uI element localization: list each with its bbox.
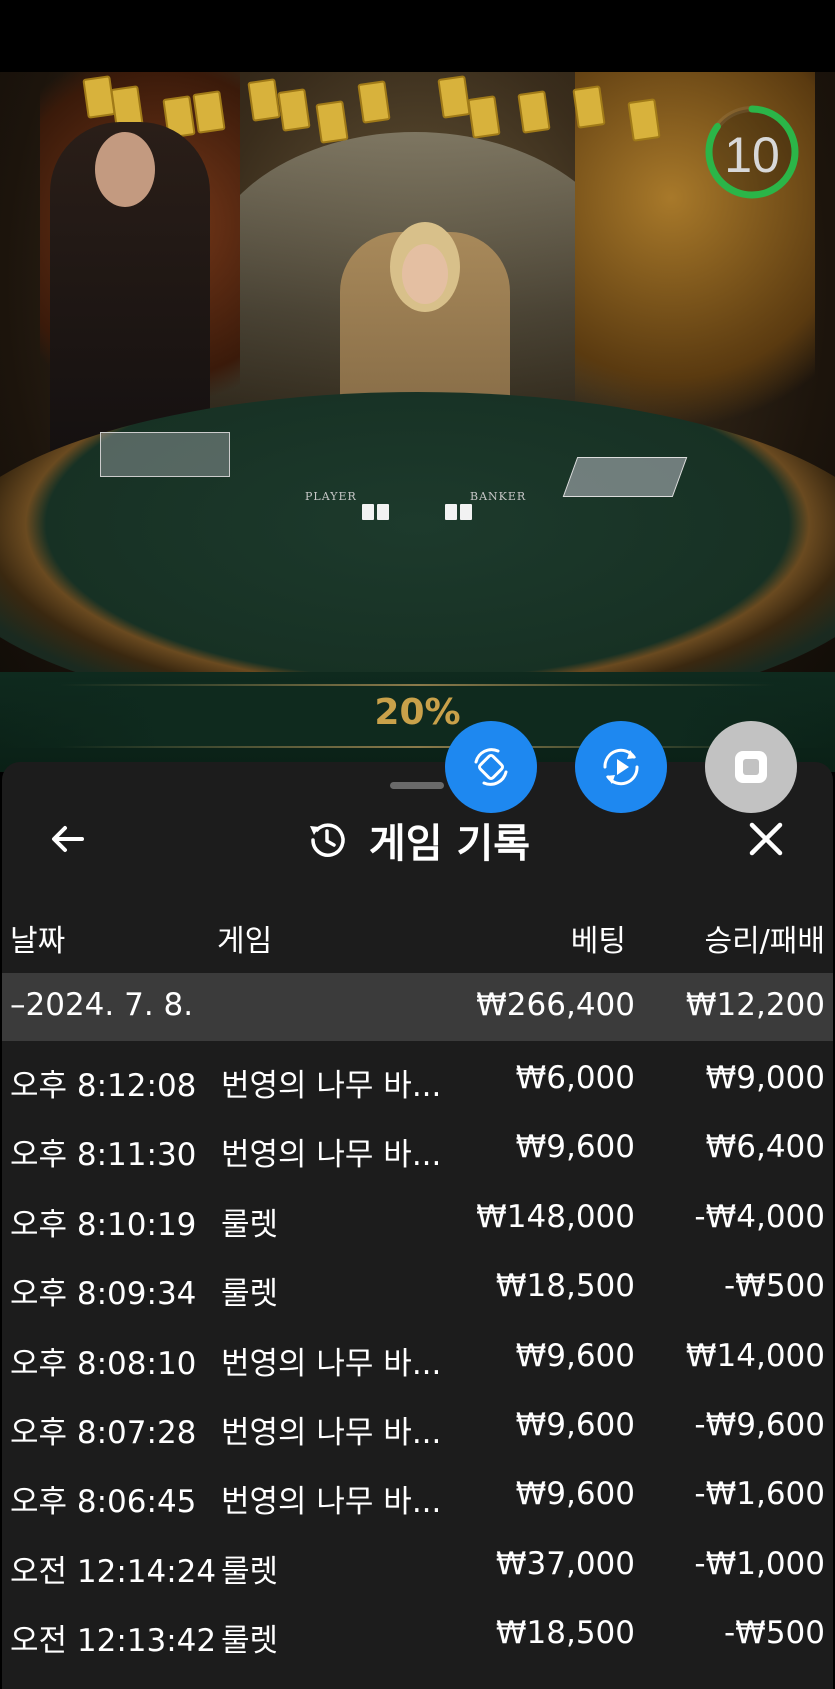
panel-header: 게임 기록 (0, 805, 835, 875)
countdown-number: 10 (724, 127, 780, 183)
history-row[interactable]: 오후 8:12:08 번영의 나무 바... ₩6,000 ₩9,000 (0, 1050, 835, 1112)
group-bet-total: ₩266,400 (476, 987, 635, 1023)
row-result: -₩1,000 (694, 1546, 825, 1582)
row-game: 번영의 나무 바... (221, 1484, 442, 1520)
column-bet: 베팅 (570, 924, 626, 959)
replay-video-button[interactable] (575, 721, 667, 813)
date-group-row[interactable]: –2024. 7. 8. ₩266,400 ₩12,200 (2, 973, 833, 1041)
history-row[interactable]: 오후 8:07:28 번영의 나무 바... ₩9,600 -₩9,600 (0, 1397, 835, 1459)
divider (60, 684, 775, 686)
status-bar (0, 0, 835, 72)
row-result: -₩4,000 (694, 1199, 825, 1235)
player-card (377, 504, 389, 520)
header-title-group: 게임 기록 (0, 805, 835, 875)
row-bet: ₩9,600 (515, 1338, 635, 1374)
history-row[interactable]: 오전 12:14:24 룰렛 ₩37,000 -₩1,000 (0, 1536, 835, 1598)
row-result: ₩9,000 (705, 1060, 825, 1096)
divider (60, 746, 775, 748)
row-bet: ₩9,600 (515, 1407, 635, 1443)
row-game: 룰렛 (221, 1207, 279, 1243)
player-label: PLAYER (305, 490, 357, 503)
banker-card (445, 504, 457, 520)
page-title: 게임 기록 (368, 821, 531, 867)
banker-label: BANKER (470, 490, 527, 503)
gold-card-decoration (192, 90, 226, 134)
gold-card-decoration (572, 85, 606, 129)
row-game: 룰렛 (221, 1623, 279, 1659)
row-time: 오후 8:08:10 (10, 1346, 197, 1382)
row-result: -₩500 (723, 1615, 825, 1651)
group-result-total: ₩12,200 (685, 987, 825, 1023)
row-game: 번영의 나무 바... (221, 1415, 442, 1451)
gold-card-decoration (627, 98, 661, 142)
group-date: –2024. 7. 8. (10, 987, 194, 1023)
player-card (362, 504, 374, 520)
row-game: 번영의 나무 바... (221, 1068, 442, 1104)
row-time: 오후 8:06:45 (10, 1484, 197, 1520)
close-button[interactable] (742, 815, 790, 863)
row-result: -₩1,600 (694, 1476, 825, 1512)
row-game: 룰렛 (221, 1276, 279, 1312)
row-time: 오후 8:09:34 (10, 1276, 197, 1312)
row-time: 오전 12:13:42 (10, 1623, 217, 1659)
row-result: ₩6,400 (705, 1129, 825, 1165)
row-bet: ₩9,600 (515, 1129, 635, 1165)
column-result: 승리/패배 (704, 924, 825, 959)
gold-card-decoration (467, 95, 501, 139)
row-time: 오전 12:14:24 (10, 1554, 217, 1590)
table-header: 날짜 게임 베팅 승리/패배 (0, 912, 835, 962)
gold-card-decoration (247, 78, 281, 122)
row-time: 오후 8:11:30 (10, 1137, 197, 1173)
row-result: ₩14,000 (685, 1338, 825, 1374)
rotate-screen-icon (474, 748, 508, 786)
gold-card-decoration (315, 100, 349, 144)
row-time: 오후 8:12:08 (10, 1068, 197, 1104)
column-date: 날짜 (10, 924, 66, 959)
gold-card-decoration (437, 75, 471, 119)
row-bet: ₩9,600 (515, 1476, 635, 1512)
gold-card-decoration (277, 88, 311, 132)
history-row[interactable]: 오후 8:09:34 룰렛 ₩18,500 -₩500 (0, 1258, 835, 1320)
discard-tray (100, 432, 230, 477)
percentage-value: 20% (374, 692, 461, 733)
row-result: -₩500 (723, 1268, 825, 1304)
column-game: 게임 (217, 924, 273, 959)
dealer-man (50, 122, 210, 462)
row-result: -₩9,600 (694, 1407, 825, 1443)
card-shoe (562, 457, 688, 497)
gold-card-decoration (357, 80, 391, 124)
history-row[interactable]: 오후 8:08:10 번영의 나무 바... ₩9,600 ₩14,000 (0, 1328, 835, 1390)
history-row[interactable]: 오전 12:13:42 룰렛 ₩18,500 -₩500 (0, 1605, 835, 1667)
replay-video-icon (603, 748, 639, 786)
row-bet: ₩18,500 (495, 1268, 635, 1304)
close-icon (749, 822, 783, 856)
history-row[interactable]: 오후 8:10:19 룰렛 ₩148,000 -₩4,000 (0, 1189, 835, 1251)
row-game: 번영의 나무 바... (221, 1346, 442, 1382)
row-bet: ₩6,000 (515, 1060, 635, 1096)
row-time: 오후 8:07:28 (10, 1415, 197, 1451)
drag-handle[interactable] (390, 782, 444, 789)
row-game: 룰렛 (221, 1554, 279, 1590)
row-bet: ₩37,000 (495, 1546, 635, 1582)
stop-button[interactable] (705, 721, 797, 813)
history-icon (309, 823, 345, 857)
stop-icon (735, 751, 767, 783)
row-bet: ₩18,500 (495, 1615, 635, 1651)
row-time: 오후 8:10:19 (10, 1207, 197, 1243)
history-row[interactable]: 오후 8:11:30 번영의 나무 바... ₩9,600 ₩6,400 (0, 1119, 835, 1181)
banker-card (460, 504, 472, 520)
gold-card-decoration (517, 90, 551, 134)
row-game: 번영의 나무 바... (221, 1137, 442, 1173)
rotate-screen-button[interactable] (445, 721, 537, 813)
row-bet: ₩148,000 (476, 1199, 635, 1235)
history-row[interactable]: 오후 8:06:45 번영의 나무 바... ₩9,600 -₩1,600 (0, 1466, 835, 1528)
